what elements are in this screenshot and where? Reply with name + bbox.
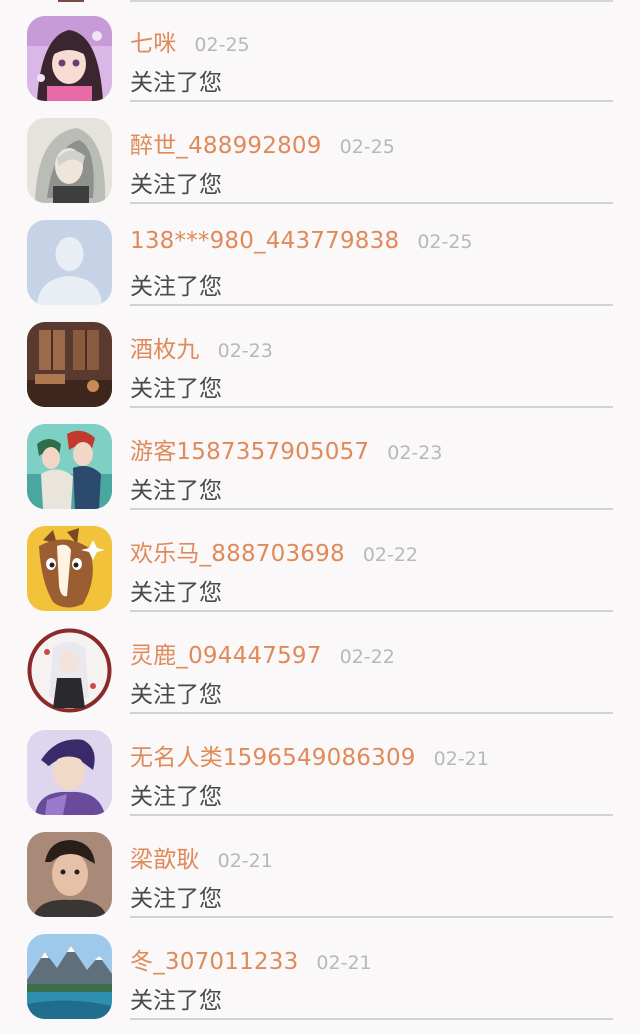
username[interactable]: 七咪 [130, 24, 176, 58]
list-item[interactable]: 138***980_443779838 02-25 关注了您 [0, 204, 640, 306]
list-item[interactable]: 七咪 02-25 关注了您 [0, 0, 640, 102]
room-scene-avatar-icon [27, 322, 112, 407]
action-text: 关注了您 [130, 988, 222, 1014]
mountain-lake-avatar-icon [27, 934, 112, 1019]
list-item[interactable]: 冬_307011233 02-21 关注了您 [0, 918, 640, 1020]
action-text: 关注了您 [130, 172, 222, 198]
action-text: 关注了您 [130, 784, 222, 810]
username[interactable]: 无名人类1596549086309 [130, 738, 416, 772]
username[interactable]: 138***980_443779838 [130, 228, 399, 254]
avatar[interactable] [27, 628, 112, 713]
list-item[interactable]: 梁歆耿 02-21 关注了您 [0, 816, 640, 918]
avatar[interactable] [27, 424, 112, 509]
avatar[interactable] [27, 526, 112, 611]
anime-girl-avatar-icon [27, 16, 112, 101]
username[interactable]: 欢乐马_888703698 [130, 534, 345, 568]
timestamp: 02-23 [217, 340, 273, 362]
action-text: 关注了您 [130, 376, 222, 402]
username[interactable]: 醉世_488992809 [130, 126, 322, 160]
cartoon-horse-avatar-icon [27, 526, 112, 611]
default-person-avatar-icon [27, 220, 112, 305]
avatar[interactable] [27, 730, 112, 815]
timestamp: 02-23 [387, 442, 443, 464]
timestamp: 02-21 [433, 748, 489, 770]
avatar[interactable] [27, 220, 112, 305]
timestamp: 02-22 [362, 544, 419, 566]
white-hair-anime-avatar-icon [27, 628, 112, 713]
username[interactable]: 梁歆耿 [130, 840, 200, 874]
action-text: 关注了您 [130, 580, 222, 606]
action-text: 关注了您 [130, 70, 222, 96]
silver-hair-avatar-icon [27, 118, 112, 203]
list-item[interactable]: 欢乐马_888703698 02-22 关注了您 [0, 510, 640, 612]
list-divider [130, 1018, 613, 1020]
anime-couple-avatar-icon [27, 424, 112, 509]
timestamp: 02-25 [194, 34, 250, 56]
list-item[interactable]: 游客1587357905057 02-23 关注了您 [0, 408, 640, 510]
username[interactable]: 游客1587357905057 [130, 432, 369, 466]
timestamp: 02-25 [417, 231, 473, 253]
list-item[interactable]: 酒枚九 02-23 关注了您 [0, 306, 640, 408]
username[interactable]: 灵鹿_094447597 [130, 636, 322, 670]
action-text: 关注了您 [130, 274, 222, 300]
avatar[interactable] [27, 934, 112, 1019]
young-man-photo-avatar-icon [27, 832, 112, 917]
timestamp: 02-22 [339, 646, 395, 668]
avatar[interactable] [27, 118, 112, 203]
action-text: 关注了您 [130, 478, 222, 504]
list-item[interactable]: 灵鹿_094447597 02-22 关注了您 [0, 612, 640, 714]
avatar[interactable] [27, 832, 112, 917]
username[interactable]: 酒枚九 [130, 330, 200, 364]
list-item[interactable]: 无名人类1596549086309 02-21 关注了您 [0, 714, 640, 816]
timestamp: 02-25 [339, 136, 395, 158]
action-text: 关注了您 [130, 886, 222, 912]
avatar[interactable] [27, 322, 112, 407]
follower-notification-list: 七咪 02-25 关注了您 醉世_488992809 02-25 关注了您 13… [0, 0, 640, 1034]
action-text: 关注了您 [130, 682, 222, 708]
avatar[interactable] [27, 16, 112, 101]
timestamp: 02-21 [316, 952, 372, 974]
username[interactable]: 冬_307011233 [130, 942, 298, 976]
timestamp: 02-21 [217, 850, 273, 872]
list-item[interactable]: 醉世_488992809 02-25 关注了您 [0, 102, 640, 204]
purple-anime-boy-avatar-icon [27, 730, 112, 815]
